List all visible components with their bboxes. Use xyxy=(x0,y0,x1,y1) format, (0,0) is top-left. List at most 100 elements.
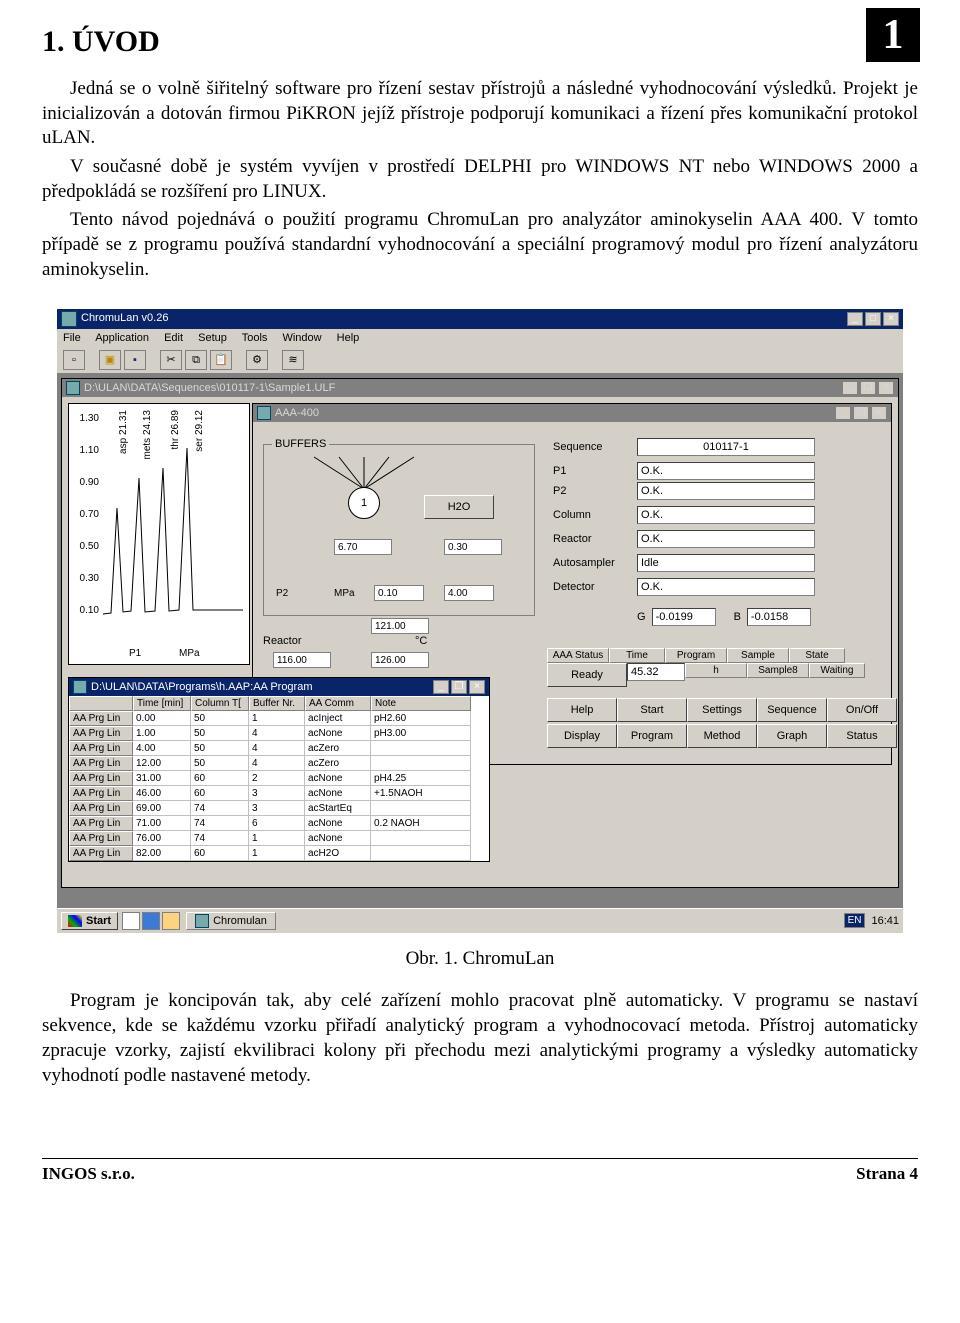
table-row[interactable]: AA Prg Lin71.00746acNone0.2 NAOH xyxy=(69,816,489,831)
cell[interactable]: acNone xyxy=(305,786,371,801)
status-button[interactable]: Status xyxy=(827,724,897,748)
aaa-status-value[interactable]: Ready xyxy=(547,663,627,687)
display-button[interactable]: Display xyxy=(547,724,617,748)
close-icon[interactable]: × xyxy=(883,312,899,326)
table-row[interactable]: AA Prg Lin1.00504acNonepH3.00 xyxy=(69,726,489,741)
cell[interactable]: 4 xyxy=(249,756,305,771)
taskbar-app[interactable]: Chromulan xyxy=(186,912,276,930)
cell[interactable]: 71.00 xyxy=(133,816,191,831)
buffer-selector[interactable]: 1 xyxy=(348,487,380,519)
tool-icon[interactable]: ⚙ xyxy=(246,350,268,370)
onoff-button[interactable]: On/Off xyxy=(827,698,897,722)
menu-edit[interactable]: Edit xyxy=(164,332,183,344)
quicklaunch-icon[interactable] xyxy=(122,912,140,930)
cell[interactable]: 46.00 xyxy=(133,786,191,801)
table-row[interactable]: AA Prg Lin31.00602acNonepH4.25 xyxy=(69,771,489,786)
copy-icon[interactable]: ⧉ xyxy=(185,350,207,370)
graph-button[interactable]: Graph xyxy=(757,724,827,748)
close-icon[interactable]: × xyxy=(878,381,894,395)
app-titlebar[interactable]: ChromuLan v0.26 _ □ × xyxy=(57,309,903,329)
cell[interactable]: 50 xyxy=(191,756,249,771)
sequence-titlebar[interactable]: D:\ULAN\DATA\Sequences\010117-1\Sample1.… xyxy=(62,379,898,397)
menu-help[interactable]: Help xyxy=(337,332,360,344)
save-icon[interactable]: ▪ xyxy=(124,350,146,370)
open-icon[interactable]: ▣ xyxy=(99,350,121,370)
restore-icon[interactable]: ❐ xyxy=(853,406,869,420)
cell[interactable]: acStartEq xyxy=(305,801,371,816)
cell[interactable]: 31.00 xyxy=(133,771,191,786)
language-indicator[interactable]: EN xyxy=(844,913,866,928)
cell[interactable]: acH2O xyxy=(305,846,371,861)
cell[interactable]: 3 xyxy=(249,801,305,816)
cell[interactable]: 74 xyxy=(191,801,249,816)
cell[interactable]: 0.2 NAOH xyxy=(371,816,471,831)
cell[interactable]: pH4.25 xyxy=(371,771,471,786)
table-row[interactable]: AA Prg Lin69.00743acStartEq xyxy=(69,801,489,816)
aaa-titlebar[interactable]: AAA-400 _ ❐ × xyxy=(253,404,891,422)
sequence-button[interactable]: Sequence xyxy=(757,698,827,722)
quicklaunch-icon[interactable] xyxy=(142,912,160,930)
chromatogram-chart[interactable]: 1.30 1.10 0.90 0.70 0.50 0.30 0.10 asp 2… xyxy=(68,403,250,665)
cell[interactable]: acInject xyxy=(305,711,371,726)
menu-file[interactable]: File xyxy=(63,332,81,344)
h2o-button[interactable]: H2O xyxy=(424,495,494,519)
cell[interactable]: +1.5NAOH xyxy=(371,786,471,801)
table-row[interactable]: AA Prg Lin12.00504acZero xyxy=(69,756,489,771)
table-row[interactable]: AA Prg Lin46.00603acNone+1.5NAOH xyxy=(69,786,489,801)
start-button[interactable]: Start xyxy=(61,912,118,930)
cell[interactable]: acNone xyxy=(305,831,371,846)
cell[interactable]: acZero xyxy=(305,756,371,771)
cell[interactable]: pH3.00 xyxy=(371,726,471,741)
restore-icon[interactable]: ❐ xyxy=(860,381,876,395)
cell[interactable]: pH2.60 xyxy=(371,711,471,726)
table-row[interactable]: AA Prg Lin4.00504acZero xyxy=(69,741,489,756)
cell[interactable]: acNone xyxy=(305,726,371,741)
cell[interactable]: 50 xyxy=(191,726,249,741)
cell[interactable]: 1 xyxy=(249,711,305,726)
cell[interactable]: 76.00 xyxy=(133,831,191,846)
cell[interactable]: 1 xyxy=(249,846,305,861)
cell[interactable]: 60 xyxy=(191,786,249,801)
close-icon[interactable]: × xyxy=(871,406,887,420)
cell[interactable]: 4 xyxy=(249,741,305,756)
method-button[interactable]: Method xyxy=(687,724,757,748)
menu-setup[interactable]: Setup xyxy=(198,332,227,344)
cell[interactable] xyxy=(371,846,471,861)
cell[interactable]: 4.00 xyxy=(133,741,191,756)
cell[interactable] xyxy=(371,831,471,846)
cell[interactable]: 0.00 xyxy=(133,711,191,726)
cell[interactable]: 74 xyxy=(191,831,249,846)
maximize-icon[interactable]: □ xyxy=(865,312,881,326)
cell[interactable]: 50 xyxy=(191,711,249,726)
cell[interactable]: 60 xyxy=(191,771,249,786)
table-row[interactable]: AA Prg Lin0.00501acInjectpH2.60 xyxy=(69,711,489,726)
cell[interactable]: 82.00 xyxy=(133,846,191,861)
minimize-icon[interactable]: _ xyxy=(835,406,851,420)
cell[interactable]: acNone xyxy=(305,816,371,831)
menu-window[interactable]: Window xyxy=(282,332,321,344)
paste-icon[interactable]: 📋 xyxy=(210,350,232,370)
cell[interactable] xyxy=(371,801,471,816)
start-button[interactable]: Start xyxy=(617,698,687,722)
menu-tools[interactable]: Tools xyxy=(242,332,268,344)
menu-application[interactable]: Application xyxy=(95,332,149,344)
restore-icon[interactable]: ❐ xyxy=(451,680,467,694)
cut-icon[interactable]: ✂ xyxy=(160,350,182,370)
cell[interactable]: 6 xyxy=(249,816,305,831)
cell[interactable]: 50 xyxy=(191,741,249,756)
cell[interactable]: 1.00 xyxy=(133,726,191,741)
cell[interactable]: 4 xyxy=(249,726,305,741)
minimize-icon[interactable]: _ xyxy=(847,312,863,326)
cell[interactable] xyxy=(371,756,471,771)
new-icon[interactable]: ▫ xyxy=(63,350,85,370)
cell[interactable]: 12.00 xyxy=(133,756,191,771)
cell[interactable]: acNone xyxy=(305,771,371,786)
cell[interactable]: 1 xyxy=(249,831,305,846)
cell[interactable]: 3 xyxy=(249,786,305,801)
settings-button[interactable]: Settings xyxy=(687,698,757,722)
menubar[interactable]: File Application Edit Setup Tools Window… xyxy=(57,329,903,347)
cell[interactable]: 60 xyxy=(191,846,249,861)
program-titlebar[interactable]: D:\ULAN\DATA\Programs\h.AAP:AA Program _… xyxy=(69,678,489,696)
quicklaunch-icon[interactable] xyxy=(162,912,180,930)
cell[interactable]: acZero xyxy=(305,741,371,756)
